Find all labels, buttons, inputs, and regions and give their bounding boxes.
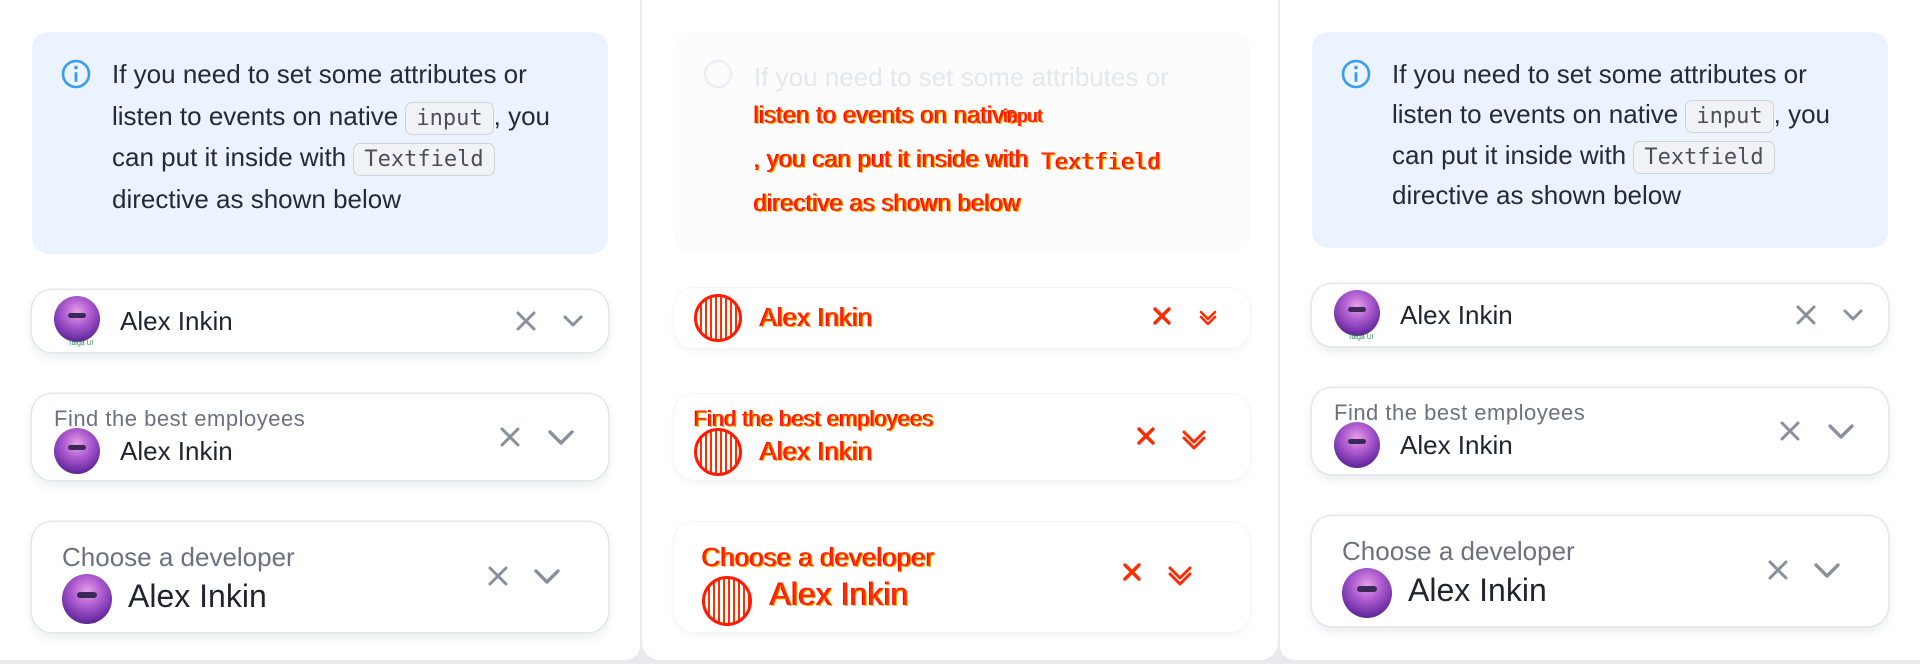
info-text-line: If you need to set some attributes or [754, 62, 1169, 92]
chevron-down-icon[interactable] [544, 420, 578, 454]
select-field-no-label[interactable]: Taiga UI Alex Inkin [1312, 284, 1888, 346]
info-text: If you need to set some attributes or li… [1392, 54, 1864, 215]
code-textfield: Textfield [353, 143, 495, 177]
avatar [694, 428, 742, 476]
close-icon[interactable] [1134, 424, 1158, 448]
select-field-small-label[interactable]: Find the best employees Alex Inkin [674, 394, 1250, 480]
field-label: Find the best employees [1334, 400, 1586, 425]
panel-left: If you need to set some attributes or li… [0, 0, 640, 660]
field-value[interactable]: Alex Inkin [1400, 430, 1513, 461]
avatar [54, 296, 100, 342]
select-field-no-label[interactable]: Taiga UI Alex Inkin [32, 290, 608, 352]
select-field-no-label[interactable]: Alex Inkin [674, 288, 1250, 348]
chevron-down-icon[interactable] [1196, 304, 1220, 328]
field-label: Find the best employees [54, 406, 306, 431]
select-field-small-label[interactable]: Find the best employees Alex Inkin [32, 394, 608, 480]
field-label: Choose a developer [1342, 536, 1575, 566]
code-textfield: Textfield [1633, 140, 1775, 174]
avatar [1342, 568, 1392, 618]
info-text-segment: listen to events on native [112, 100, 406, 131]
info-text-line: If you need to set some attributes or [112, 59, 527, 89]
info-text: If you need to set some attributes or li… [112, 54, 584, 220]
close-icon[interactable] [484, 562, 512, 590]
avatar [62, 574, 112, 624]
info-text-segment: listen to events on native [754, 102, 1019, 129]
field-value[interactable]: Alex Inkin [1400, 300, 1513, 331]
info-notification: If you need to set some attributes or li… [1312, 32, 1888, 248]
info-icon [703, 59, 733, 89]
select-field-large-label[interactable]: Choose a developer Alex Inkin [32, 522, 608, 632]
avatar [1334, 422, 1380, 468]
info-text-line: If you need to set some attributes or [1392, 59, 1807, 89]
chevron-down-icon[interactable] [1810, 553, 1844, 587]
field-value[interactable]: Alex Inkin [128, 578, 267, 615]
field-value[interactable]: Alex Inkin [760, 302, 873, 333]
info-notification: If you need to set some attributes or li… [674, 32, 1250, 252]
chevron-down-icon[interactable] [1824, 414, 1858, 448]
chevron-down-icon[interactable] [1840, 302, 1866, 328]
select-field-large-label[interactable]: Choose a developer Alex Inkin [674, 522, 1250, 632]
info-text-segment: listen to events on native [1392, 99, 1686, 130]
select-field-large-label[interactable]: Choose a developer Alex Inkin [1312, 516, 1888, 626]
info-icon [1341, 59, 1371, 89]
avatar [702, 576, 752, 626]
code-input: input [405, 101, 494, 135]
avatar [54, 428, 100, 474]
panel-diff: If you need to set some attributes or li… [642, 0, 1278, 660]
panel-right: If you need to set some attributes or li… [1280, 0, 1920, 660]
code-textfield: Textfield [1042, 150, 1162, 175]
field-value[interactable]: Alex Inkin [120, 436, 233, 467]
field-label: Find the best employees [694, 406, 934, 431]
close-icon[interactable] [1776, 417, 1804, 445]
info-icon [61, 59, 91, 89]
close-icon[interactable] [1150, 304, 1174, 328]
code-input: input [1685, 100, 1774, 134]
field-value[interactable]: Alex Inkin [120, 306, 233, 337]
close-icon[interactable] [512, 307, 540, 335]
info-text-segment: directive as shown below [1392, 179, 1682, 210]
close-icon[interactable] [1764, 556, 1792, 584]
avatar [694, 294, 742, 342]
field-value[interactable]: Alex Inkin [760, 436, 873, 467]
info-text-segment: , you can put it inside with [754, 146, 1029, 173]
info-text-segment: directive as shown below [754, 190, 1021, 217]
chevron-down-icon[interactable] [530, 559, 564, 593]
code-input: input [1004, 106, 1044, 126]
info-text-segment: directive as shown below [112, 183, 402, 214]
chevron-down-icon[interactable] [1178, 422, 1210, 454]
field-value[interactable]: Alex Inkin [770, 576, 909, 613]
avatar [1334, 290, 1380, 336]
field-value[interactable]: Alex Inkin [1408, 572, 1547, 609]
field-label: Choose a developer [702, 542, 935, 572]
close-icon[interactable] [1120, 560, 1144, 584]
avatar-caption: Taiga UI [1348, 334, 1374, 341]
close-icon[interactable] [496, 423, 524, 451]
select-field-small-label[interactable]: Find the best employees Alex Inkin [1312, 388, 1888, 474]
chevron-down-icon[interactable] [1164, 558, 1196, 590]
info-notification: If you need to set some attributes or li… [32, 32, 608, 254]
chevron-down-icon[interactable] [560, 308, 586, 334]
avatar-caption: Taiga UI [68, 340, 94, 347]
close-icon[interactable] [1792, 301, 1820, 329]
field-label: Choose a developer [62, 542, 295, 572]
